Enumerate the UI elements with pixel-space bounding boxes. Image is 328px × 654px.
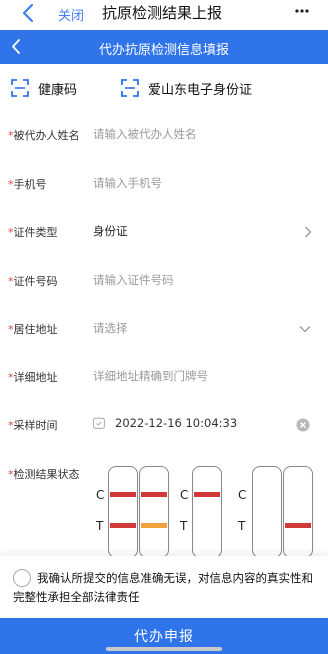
chevron-right-icon[interactable]: [304, 226, 312, 238]
t-line: [285, 523, 311, 528]
back-icon[interactable]: [21, 3, 35, 23]
form-row-id-number: *证件号码 请输入证件号码: [0, 271, 328, 291]
more-dots-icon[interactable]: [294, 8, 310, 14]
form-row-id-type[interactable]: *证件类型 身份证: [0, 222, 328, 242]
c-line: [141, 492, 167, 497]
test-result-options: C T C T C T: [94, 466, 326, 558]
id-type-select[interactable]: 身份证: [93, 223, 128, 239]
detail-address-label-text: 详细地址: [13, 371, 58, 384]
phone-label-text: 手机号: [13, 178, 47, 191]
strip-invalid-blank[interactable]: [252, 466, 282, 558]
name-input[interactable]: 请输入被代办人姓名: [93, 126, 197, 142]
health-code-label: 健康码: [38, 82, 78, 98]
app-top-bar: 关闭 抗原检测结果上报: [0, 0, 328, 30]
address-label: *居住地址: [8, 321, 58, 337]
sample-time-picker[interactable]: 2022-12-16 10:04:33: [93, 416, 237, 430]
t-line-faint: [141, 523, 167, 528]
strip-positive-c[interactable]: [108, 466, 138, 558]
chevron-down-icon[interactable]: [299, 325, 311, 333]
sample-time-label: *采样时间: [8, 417, 58, 433]
home-indicator: [106, 647, 222, 651]
phone-input[interactable]: 请输入手机号: [93, 175, 162, 191]
c-letter: C: [238, 488, 247, 502]
shandong-id-label: 爱山东电子身份证: [148, 82, 253, 98]
id-number-input[interactable]: 请输入证件号码: [93, 272, 174, 288]
page-header: 代办抗原检测信息填报: [0, 30, 328, 64]
t-letter: T: [180, 519, 188, 533]
detail-address-input[interactable]: 详细地址精确到门牌号: [93, 368, 208, 384]
submit-label: 代办申报: [134, 629, 194, 645]
c-letter: C: [180, 488, 189, 502]
form-row-detail-address: *详细地址 详细地址精确到门牌号: [0, 367, 328, 387]
id-number-label: *证件号码: [8, 273, 58, 289]
id-number-label-text: 证件号码: [13, 275, 58, 288]
address-select[interactable]: 请选择: [93, 320, 128, 336]
strip-invalid-t-only[interactable]: [283, 466, 313, 558]
address-label-text: 居住地址: [13, 323, 58, 336]
phone-label: *手机号: [8, 176, 47, 192]
confirm-text: 我确认所提交的信息准确无误，对信息内容的真实性和完整性承担全部法律责任: [13, 571, 313, 604]
scan-icon: [121, 79, 139, 97]
t-letter: T: [96, 519, 104, 533]
result-label-text: 检测结果状态: [13, 468, 80, 481]
result-label: *检测结果状态: [8, 466, 80, 482]
c-letter: C: [96, 488, 105, 502]
submit-button[interactable]: 代办申报: [0, 618, 328, 654]
window-title: 抗原检测结果上报: [102, 4, 223, 22]
shandong-id-button[interactable]: 爱山东电子身份证: [120, 76, 252, 100]
clear-icon[interactable]: [296, 418, 310, 432]
health-code-button[interactable]: 健康码: [10, 76, 77, 100]
form-row-phone: *手机号 请输入手机号: [0, 174, 328, 194]
t-line: [110, 523, 136, 528]
close-link[interactable]: 关闭: [58, 5, 84, 24]
sample-time-label-text: 采样时间: [13, 419, 58, 432]
id-type-label-text: 证件类型: [13, 226, 58, 239]
strip-negative[interactable]: [192, 466, 222, 558]
detail-address-label: *详细地址: [8, 369, 58, 385]
calendar-icon: [93, 417, 105, 429]
page-title: 代办抗原检测信息填报: [98, 43, 229, 58]
name-label-text: 被代办人姓名: [13, 129, 80, 142]
form-row-address[interactable]: *居住地址 请选择: [0, 319, 328, 339]
sample-time-value: 2022-12-16 10:04:33: [115, 416, 238, 430]
c-line: [194, 492, 220, 497]
form-row-name: *被代办人姓名 请输入被代办人姓名: [0, 125, 328, 145]
scan-icon: [11, 79, 29, 97]
form-row-sample-time[interactable]: *采样时间 2022-12-16 10:04:33: [0, 415, 328, 435]
confirm-section: 我确认所提交的信息准确无误，对信息内容的真实性和完整性承担全部法律责任: [0, 556, 328, 616]
strip-positive-t[interactable]: [139, 466, 169, 558]
t-letter: T: [238, 519, 246, 533]
id-type-label: *证件类型: [8, 224, 58, 240]
name-label: *被代办人姓名: [8, 127, 80, 143]
c-line: [110, 492, 136, 497]
